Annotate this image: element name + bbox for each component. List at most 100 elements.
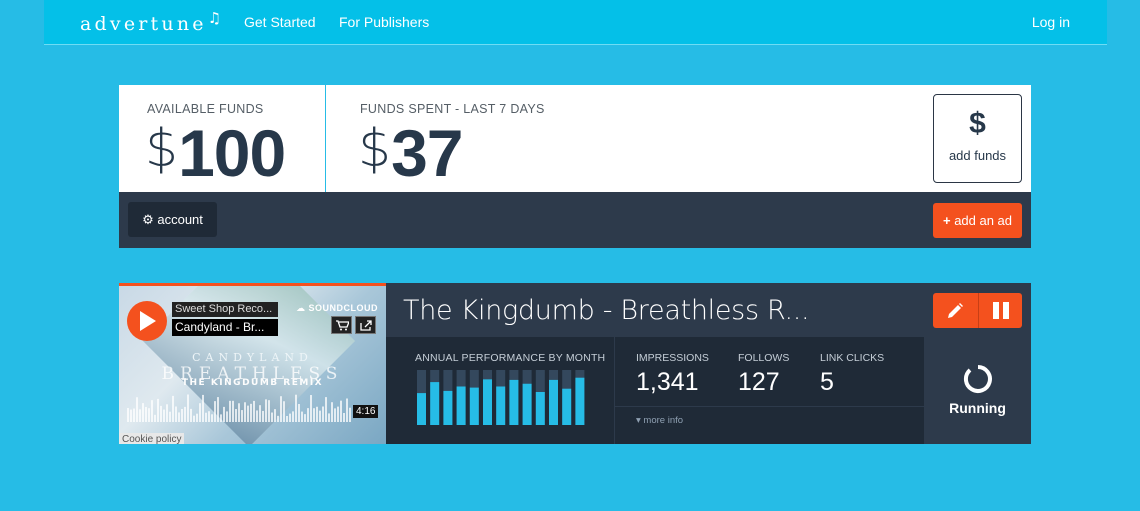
waveform-bar — [169, 411, 171, 422]
follows-value: 127 — [738, 368, 780, 396]
funds-panel: AVAILABLE FUNDS $100 FUNDS SPENT - LAST … — [119, 85, 1031, 248]
waveform-bar — [310, 395, 312, 422]
waveform[interactable] — [127, 384, 353, 422]
share-button[interactable] — [355, 316, 376, 334]
account-button[interactable]: ⚙ account — [128, 202, 217, 237]
month-bar — [509, 379, 519, 425]
waveform-bar — [268, 400, 270, 422]
performance-label: ANNUAL PERFORMANCE BY MONTH — [415, 352, 606, 364]
performance-chart — [417, 370, 585, 425]
buy-button[interactable] — [331, 316, 352, 334]
funds-summary: AVAILABLE FUNDS $100 FUNDS SPENT - LAST … — [119, 85, 1031, 192]
pause-ad-button[interactable] — [978, 293, 1022, 328]
waveform-bar — [151, 400, 153, 422]
ad-header: The Kingdumb - Breathless R... — [386, 283, 1031, 337]
waveform-bar — [250, 403, 252, 422]
ad-actions — [933, 293, 1022, 328]
login-link[interactable]: Log in — [1032, 14, 1070, 30]
month-bar — [562, 388, 572, 425]
soundcloud-logo[interactable]: ☁ SOUNDCLOUD — [296, 303, 378, 314]
waveform-bar — [259, 405, 261, 422]
waveform-bar — [184, 406, 186, 422]
impressions-stat: IMPRESSIONS 1,341 — [636, 352, 709, 397]
impressions-value: 1,341 — [636, 368, 699, 396]
add-ad-button[interactable]: + add an ad — [933, 203, 1022, 238]
more-info-link[interactable]: ▾ more info — [636, 415, 683, 426]
waveform-bar — [340, 400, 342, 422]
add-funds-label: add funds — [948, 148, 1007, 163]
brand-logo[interactable]: advertune♫ — [80, 9, 221, 35]
waveform-bar — [325, 397, 327, 422]
waveform-bar — [175, 406, 177, 422]
logo-text: advertune — [80, 13, 207, 35]
divider — [614, 337, 615, 444]
waveform-bar — [322, 406, 324, 422]
dollar-icon: $ — [969, 107, 986, 140]
waveform-bar — [133, 408, 135, 422]
funds-spent-value: 37 — [391, 116, 463, 190]
month-bar — [496, 386, 506, 425]
ad-status[interactable]: Running — [924, 337, 1031, 444]
pause-icon — [993, 302, 1009, 319]
waveform-bar — [214, 401, 216, 422]
waveform-bar — [274, 409, 276, 422]
nav-for-publishers[interactable]: For Publishers — [339, 14, 429, 30]
gear-icon: ⚙ — [142, 212, 154, 227]
follows-label: FOLLOWS — [738, 352, 790, 364]
waveform-bar — [205, 412, 207, 422]
more-info-label: more info — [643, 415, 684, 426]
cookie-policy-link[interactable]: Cookie policy — [119, 433, 185, 444]
waveform-bar — [286, 415, 288, 422]
month-bar — [443, 390, 453, 425]
art-line-1: CANDYLAND — [192, 351, 313, 364]
month-bar — [549, 379, 558, 425]
available-funds-label: AVAILABLE FUNDS — [147, 102, 264, 116]
waveform-bar — [280, 396, 282, 422]
available-funds: AVAILABLE FUNDS $100 — [119, 85, 326, 192]
waveform-bar — [277, 415, 279, 422]
share-icon — [360, 320, 372, 331]
waveform-bar — [349, 407, 351, 422]
edit-ad-button[interactable] — [933, 293, 977, 328]
cart-icon — [336, 320, 349, 331]
plus-icon: + — [942, 213, 951, 228]
soundcloud-player[interactable]: CANDYLAND BREATHLESS THE KINGDUMB REMIX … — [119, 283, 386, 444]
waveform-bar — [208, 411, 210, 422]
waveform-bar — [301, 411, 303, 422]
funds-spent-label: FUNDS SPENT - LAST 7 DAYS — [360, 102, 545, 116]
month-bar — [417, 393, 426, 425]
waveform-bar — [295, 394, 297, 422]
waveform-bar — [238, 403, 240, 422]
player-track[interactable]: Candyland - Br... — [172, 319, 278, 336]
soundcloud-brand: SOUNDCLOUD — [308, 303, 378, 313]
waveform-bar — [226, 411, 228, 422]
add-ad-label: add an ad — [954, 213, 1013, 228]
add-funds-button[interactable]: $ add funds — [933, 94, 1022, 183]
waveform-bar — [316, 406, 318, 422]
waveform-bar — [304, 414, 306, 422]
link-clicks-label: LINK CLICKS — [820, 352, 885, 364]
ad-card: CANDYLAND BREATHLESS THE KINGDUMB REMIX … — [119, 283, 1031, 444]
music-note-icon: ♫ — [207, 9, 222, 27]
month-bar — [575, 377, 585, 425]
waveform-bar — [307, 408, 309, 422]
nav-get-started[interactable]: Get Started — [244, 14, 316, 30]
top-navbar: advertune♫ Get Started For Publishers Lo… — [44, 0, 1107, 45]
waveform-bar — [193, 415, 195, 422]
waveform-bar — [217, 397, 219, 422]
play-button[interactable] — [127, 301, 167, 341]
waveform-bar — [178, 412, 180, 422]
caret-down-icon: ▾ — [636, 415, 641, 426]
pencil-icon — [948, 303, 963, 318]
waveform-bar — [202, 394, 204, 422]
waveform-bar — [127, 408, 129, 422]
waveform-bar — [292, 411, 294, 422]
track-duration: 4:16 — [353, 405, 379, 418]
player-artist[interactable]: Sweet Shop Reco... — [172, 302, 278, 317]
waveform-bar — [172, 395, 174, 422]
waveform-bar — [154, 414, 156, 422]
play-icon — [140, 311, 156, 331]
waveform-bar — [271, 412, 273, 422]
available-funds-amount: $100 — [145, 115, 286, 191]
waveform-bar — [199, 403, 201, 422]
